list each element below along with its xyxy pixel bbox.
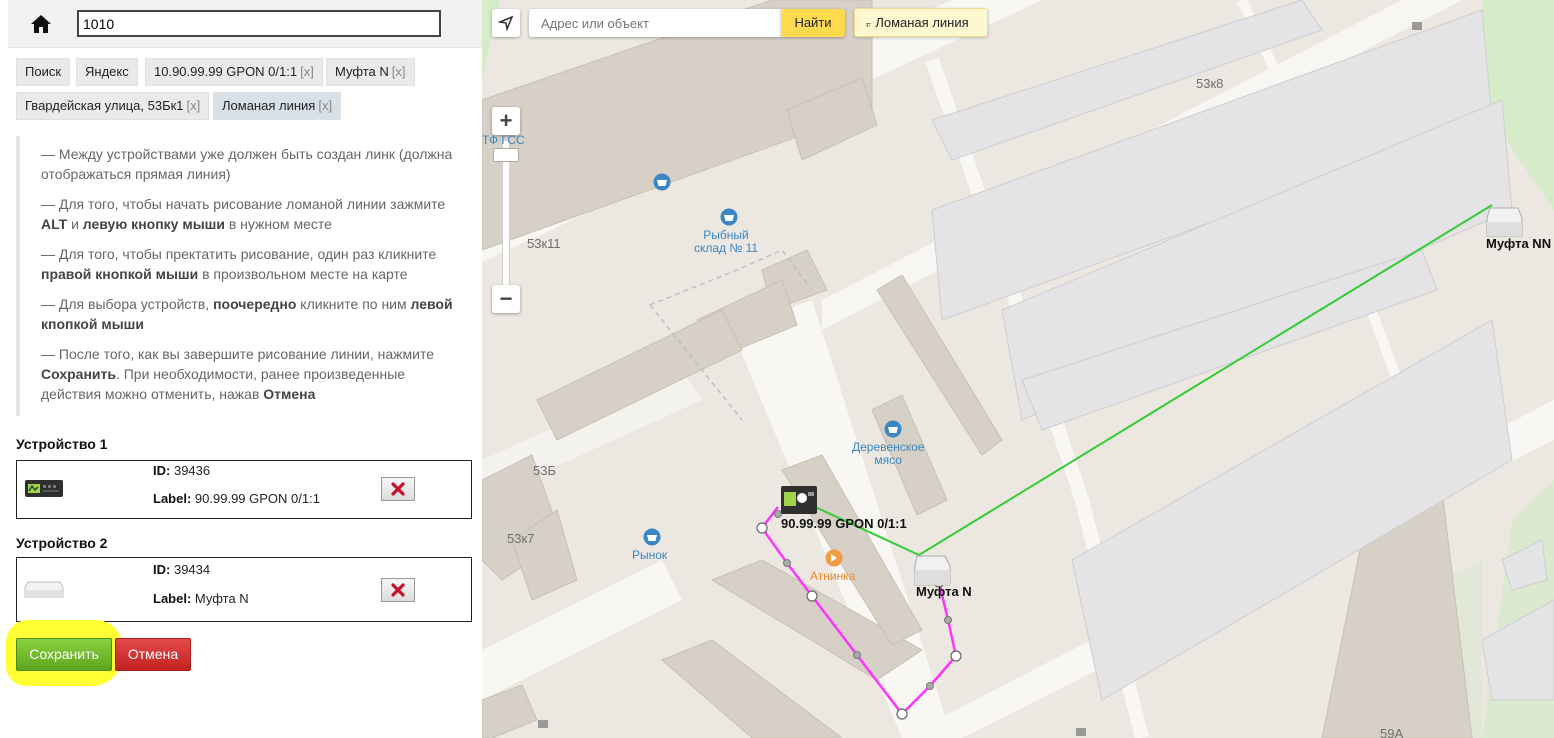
top-bar <box>8 0 482 48</box>
device-1-id: ID: 39436 <box>153 463 211 478</box>
building-label: 53к8 <box>1196 76 1224 91</box>
instruction-3: — Для того, чтобы пректатить рисование, … <box>41 246 437 282</box>
poi-label-atninka: Атнинка <box>810 569 856 583</box>
food-icon <box>825 549 843 567</box>
building-label: 53к11 <box>527 236 561 251</box>
poi-label-fish-warehouse: Рыбный склад № 11 <box>694 228 759 255</box>
tab-label: Ломаная линия <box>222 98 316 113</box>
device-2-title: Устройство 2 <box>16 535 108 551</box>
cancel-button[interactable]: Отмена <box>115 638 191 671</box>
coupler-icon <box>24 581 64 598</box>
tab-gpon[interactable]: 10.90.99.99 GPON 0/1:1 [x] <box>145 58 323 86</box>
instruction-2: — Для того, чтобы начать рисование ломан… <box>41 196 446 232</box>
instruction-4: — Для выбора устройств, поочередно кликн… <box>41 296 453 332</box>
device-1-label: Label: 90.99.99 GPON 0/1:1 <box>153 491 320 506</box>
tab-yandex[interactable]: Яндекс <box>76 58 138 86</box>
map-device-label-gpon[interactable]: 90.99.99 GPON 0/1:1 <box>781 516 907 531</box>
device-2-card: ID: 39434 Label: Муфта N <box>16 557 472 622</box>
instructions-block: — Между устройствами уже должен быть соз… <box>16 136 466 416</box>
org-label: ТФ ГСС <box>482 133 525 147</box>
gpon-map-icon <box>781 486 817 514</box>
zoom-slider-handle[interactable] <box>493 148 519 162</box>
instruction-1: — Между устройствами уже должен быть соз… <box>41 146 453 182</box>
shop-icon <box>720 208 738 226</box>
locate-button[interactable] <box>492 9 520 37</box>
close-icon <box>391 583 405 597</box>
save-button[interactable]: Сохранить <box>16 638 112 671</box>
gpon-device-icon <box>25 480 63 497</box>
poi-label-meat: Деревенское мясо <box>852 440 925 467</box>
tab-close-button[interactable]: [x] <box>300 64 314 79</box>
tab-close-button[interactable]: [x] <box>187 98 201 113</box>
coupler-n-map-icon <box>914 555 951 586</box>
tab-label: Поиск <box>25 64 62 79</box>
search-input[interactable] <box>77 10 441 37</box>
tab-address[interactable]: Гвардейская улица, 53Бк1 [x] <box>16 92 210 120</box>
building-label: 53к7 <box>507 531 535 546</box>
zoom-in-button[interactable]: + <box>492 107 520 135</box>
building-label: 53Б <box>533 463 556 478</box>
find-button[interactable]: Найти <box>781 9 845 37</box>
map-canvas <box>482 0 1554 738</box>
zoom-slider-track[interactable] <box>502 140 510 290</box>
tab-label: Яндекс <box>85 64 129 79</box>
home-button[interactable] <box>26 11 56 37</box>
device-2-label: Label: Муфта N <box>153 591 249 606</box>
tab-close-button[interactable]: [x] <box>392 64 406 79</box>
tab-label: Муфта N <box>335 64 389 79</box>
tab-label: 10.90.99.99 GPON 0/1:1 <box>154 64 298 79</box>
poi-label-market: Рынок <box>632 548 668 562</box>
device-1-remove-button[interactable] <box>381 477 415 501</box>
building-label: 59А <box>1380 726 1404 738</box>
navigation-arrow-icon <box>498 15 514 31</box>
shop-icon <box>643 528 661 546</box>
map[interactable]: Найти ⟔ Ломаная линия + − 53к8 53к11 53Б… <box>482 0 1554 738</box>
device-1-card: ID: 39436 Label: 90.99.99 GPON 0/1:1 <box>16 460 472 519</box>
instruction-5: — После того, как вы завершите рисование… <box>41 346 435 402</box>
coupler-nn-map-icon <box>1486 207 1523 237</box>
tab-polyline[interactable]: Ломаная линия [x] <box>213 92 342 120</box>
zoom-out-button[interactable]: − <box>492 285 520 313</box>
polyline-button[interactable]: ⟔ Ломаная линия <box>854 8 988 37</box>
device-2-id: ID: 39434 <box>153 562 211 577</box>
tab-search[interactable]: Поиск <box>16 58 71 86</box>
home-icon <box>31 15 51 33</box>
close-icon <box>391 482 405 496</box>
device-2-remove-button[interactable] <box>381 578 415 602</box>
polyline-button-label: Ломаная линия <box>875 15 969 30</box>
map-search-input[interactable] <box>529 9 781 37</box>
left-panel: Поиск Яндекс 10.90.99.99 GPON 0/1:1[x] М… <box>0 0 482 738</box>
shop-icon <box>884 420 902 438</box>
device-1-title: Устройство 1 <box>16 436 108 452</box>
map-device-label-mufta-n[interactable]: Муфта N <box>916 584 972 599</box>
tab-close-button[interactable]: [x] <box>318 98 332 113</box>
tab-mufta-n[interactable]: Муфта N [x] <box>326 58 415 86</box>
polyline-icon: ⟔ <box>866 16 872 30</box>
shop-icon <box>653 173 671 191</box>
tab-label: Гвардейская улица, 53Бк1 <box>25 98 184 113</box>
map-device-label-mufta-nn[interactable]: Муфта NN <box>1486 236 1551 251</box>
